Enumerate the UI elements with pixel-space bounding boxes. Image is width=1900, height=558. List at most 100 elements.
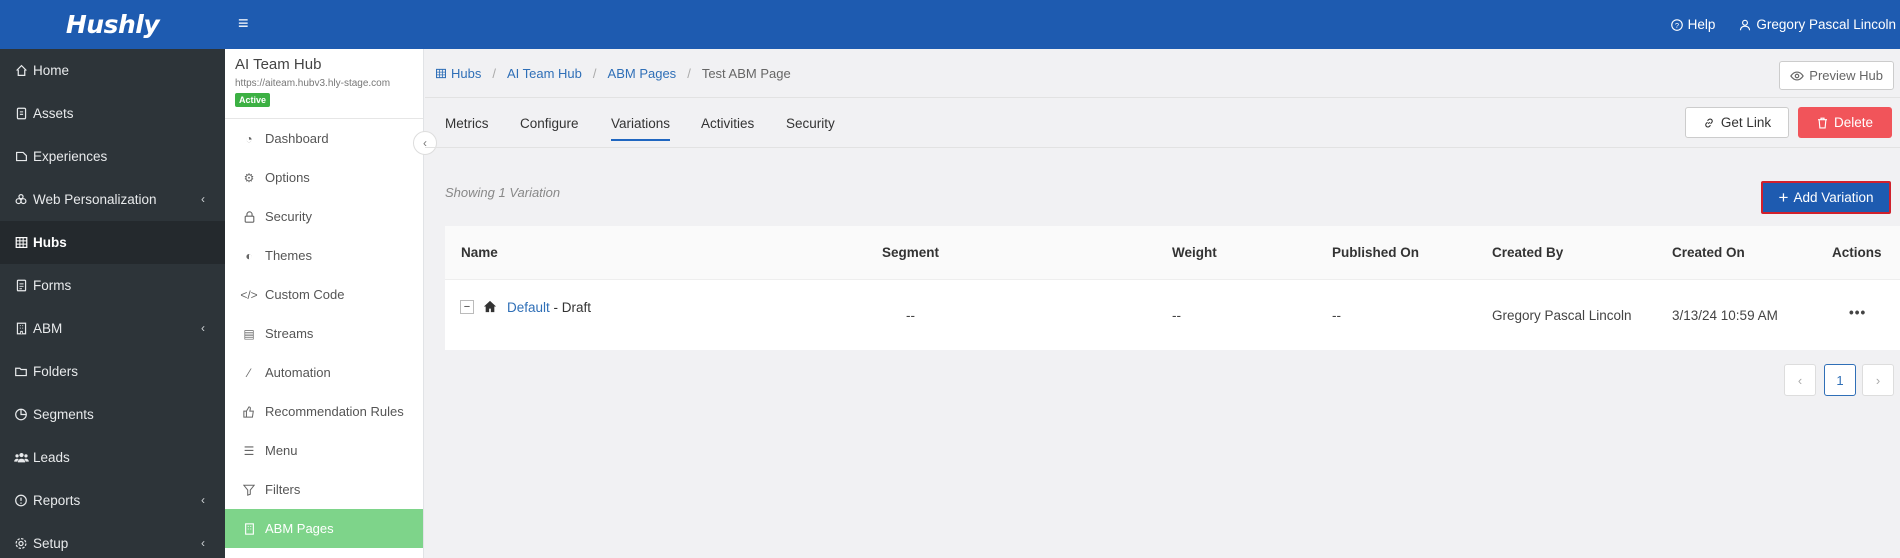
hub-item-label: ABM Pages [265, 521, 334, 536]
hub-item-label: Themes [265, 248, 312, 263]
filter-icon [241, 484, 257, 496]
segments-icon [12, 408, 30, 421]
breadcrumb-ai-team-hub[interactable]: AI Team Hub [507, 66, 582, 81]
hub-header: AI Team Hub https://aiteam.hubv3.hly-sta… [225, 49, 423, 119]
variations-table: Name Segment Weight Published On Created… [445, 226, 1900, 350]
forms-icon [12, 279, 30, 292]
created-on-cell: 3/13/24 10:59 AM [1672, 308, 1778, 323]
published-on-cell: -- [1332, 308, 1341, 323]
row-actions-menu[interactable]: ••• [1849, 305, 1866, 320]
breadcrumb-separator: / [687, 65, 691, 81]
thumbs-up-icon [241, 405, 257, 418]
hub-item-options[interactable]: ⚙ Options [225, 158, 423, 197]
hub-item-custom-code[interactable]: </> Custom Code [225, 275, 423, 314]
sidebar-item-label: Setup [33, 536, 69, 551]
hub-item-dashboard[interactable]: ◔ Dashboard [225, 119, 423, 158]
preview-hub-button[interactable]: Preview Hub [1779, 61, 1894, 90]
help-link[interactable]: ? Help [1670, 17, 1715, 32]
sidebar-item-assets[interactable]: Assets [0, 92, 225, 135]
tab-activities[interactable]: Activities [701, 116, 754, 139]
column-header-created-by[interactable]: Created By [1492, 245, 1563, 260]
table-row: − Default - Draft -- -- -- Gregory Pasca… [445, 280, 1900, 350]
add-variation-button[interactable]: + Add Variation [1761, 181, 1891, 214]
assets-icon [12, 107, 30, 120]
automation-icon: ⁄ [247, 365, 250, 380]
sidebar-item-web-personalization[interactable]: Web Personalization ‹ [0, 178, 225, 221]
hub-item-abm-pages[interactable]: ABM Pages [225, 509, 423, 548]
tab-security[interactable]: Security [786, 116, 835, 139]
code-icon: </> [240, 287, 258, 302]
user-menu[interactable]: Gregory Pascal Lincoln [1739, 17, 1896, 32]
plus-icon: + [1778, 188, 1789, 207]
delete-button[interactable]: Delete [1798, 107, 1892, 138]
top-right-actions: ? Help Gregory Pascal Lincoln [1670, 0, 1896, 49]
tab-configure[interactable]: Configure [520, 116, 579, 139]
breadcrumb-separator: / [492, 65, 496, 81]
sidebar-item-hubs[interactable]: Hubs [0, 221, 225, 264]
sidebar-item-abm[interactable]: ABM ‹ [0, 307, 225, 350]
hub-item-menu[interactable]: ☰ Menu [225, 431, 423, 470]
streams-icon: ▤ [243, 326, 255, 341]
tab-metrics[interactable]: Metrics [445, 116, 489, 139]
delete-label: Delete [1833, 115, 1874, 130]
sidebar-item-label: Hubs [33, 235, 67, 250]
home-icon [483, 300, 497, 316]
variation-state: - Draft [549, 300, 592, 315]
column-header-weight[interactable]: Weight [1172, 245, 1217, 260]
hub-item-recommendation-rules[interactable]: Recommendation Rules [225, 392, 423, 431]
sidebar-item-label: Experiences [33, 149, 108, 164]
hamburger-menu-icon[interactable]: ≡ [238, 13, 249, 34]
sidebar-item-folders[interactable]: Folders [0, 350, 225, 393]
hub-item-filters[interactable]: Filters [225, 470, 423, 509]
hub-item-label: Menu [265, 443, 298, 458]
folders-icon [12, 365, 30, 378]
top-bar: Hushly ≡ ? Help Gregory Pascal Lincoln [0, 0, 1900, 49]
collapse-row-toggle[interactable]: − [460, 300, 474, 314]
pagination-next-button[interactable]: › [1862, 364, 1894, 396]
main-sidebar: Home Assets Experiences Web Personalizat… [0, 49, 225, 558]
sidebar-item-forms[interactable]: Forms [0, 264, 225, 307]
sidebar-item-leads[interactable]: Leads [0, 436, 225, 479]
column-header-segment[interactable]: Segment [882, 245, 939, 260]
pagination-prev-button[interactable]: ‹ [1784, 364, 1816, 396]
breadcrumb-abm-pages[interactable]: ABM Pages [608, 66, 677, 81]
sidebar-item-home[interactable]: Home [0, 49, 225, 92]
hub-sidebar: AI Team Hub https://aiteam.hubv3.hly-sta… [225, 49, 424, 558]
hub-item-security[interactable]: Security [225, 197, 423, 236]
sidebar-item-label: Reports [33, 493, 81, 508]
sidebar-item-label: Leads [33, 450, 70, 465]
variation-name-link[interactable]: Default [507, 300, 550, 315]
sidebar-item-setup[interactable]: Setup ‹ [0, 522, 225, 558]
abm-pages-icon [241, 522, 257, 535]
eye-icon [1790, 70, 1805, 81]
breadcrumb-hubs[interactable]: Hubs [451, 66, 481, 81]
leads-icon [12, 451, 30, 464]
column-header-actions: Actions [1832, 245, 1882, 260]
user-icon [1740, 19, 1751, 30]
column-header-name[interactable]: Name [461, 245, 498, 260]
lock-icon [241, 210, 257, 223]
dashboard-icon: ◔ [245, 131, 253, 146]
tabs: Metrics Configure Variations Activities … [425, 98, 1900, 148]
chevron-left-icon: ‹ [201, 493, 205, 507]
tab-variations[interactable]: Variations [611, 116, 671, 141]
pagination-page-1[interactable]: 1 [1824, 364, 1856, 396]
hub-item-label: Custom Code [265, 287, 345, 302]
brand-logo[interactable]: Hushly [0, 0, 225, 49]
hub-item-automation[interactable]: ⁄ Automation [225, 353, 423, 392]
status-badge: Active [235, 93, 271, 107]
abm-icon [12, 322, 30, 335]
showing-count-text: Showing 1 Variation [445, 185, 561, 200]
sidebar-item-reports[interactable]: Reports ‹ [0, 479, 225, 522]
sidebar-item-experiences[interactable]: Experiences [0, 135, 225, 178]
sidebar-item-label: Web Personalization [33, 192, 157, 207]
hub-item-themes[interactable]: ◐ Themes [225, 236, 423, 275]
experiences-icon [12, 150, 30, 163]
get-link-button[interactable]: Get Link [1685, 107, 1789, 138]
sidebar-item-segments[interactable]: Segments [0, 393, 225, 436]
hub-item-streams[interactable]: ▤ Streams [225, 314, 423, 353]
hubs-icon [12, 236, 30, 249]
column-header-published-on[interactable]: Published On [1332, 245, 1419, 260]
trash-icon [1817, 117, 1827, 128]
sidebar-item-label: Assets [33, 106, 74, 121]
